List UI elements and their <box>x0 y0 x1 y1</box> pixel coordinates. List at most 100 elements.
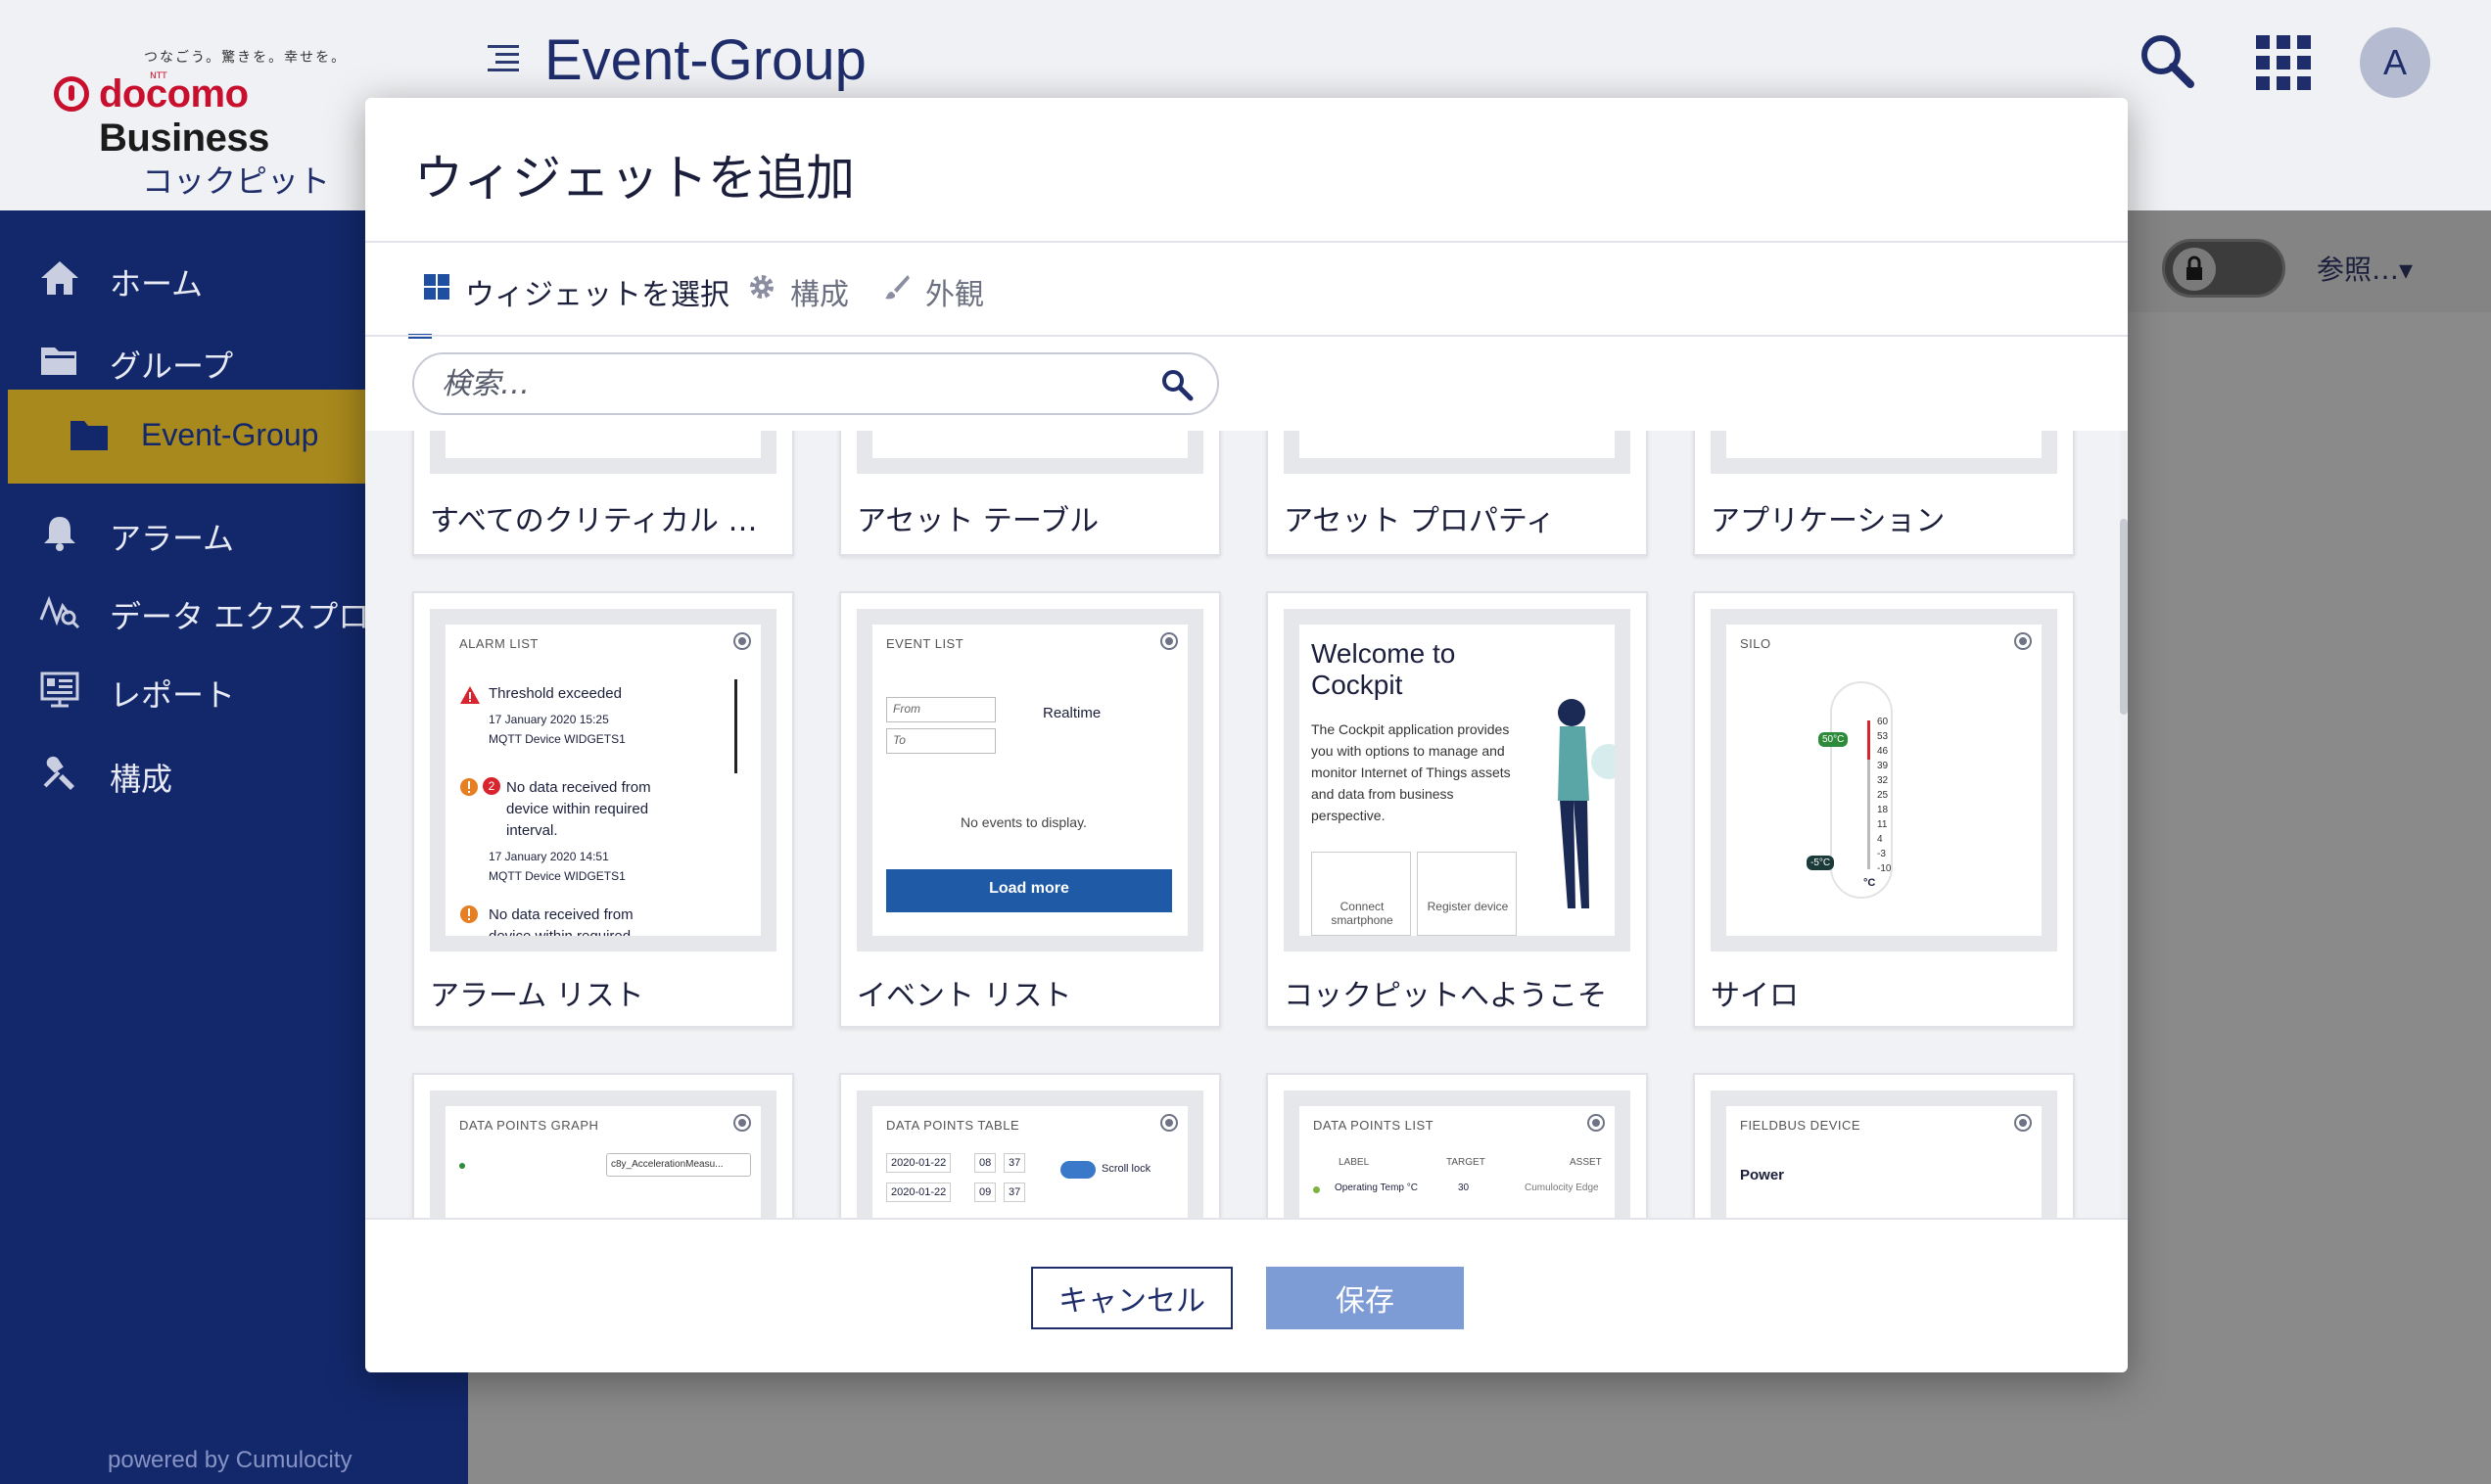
preview-title: DATA POINTS LIST <box>1313 1118 1434 1133</box>
alarm-device: MQTT Device WIDGETS1 <box>489 732 626 746</box>
widget-card-asset-table[interactable]: アセット テーブル <box>839 431 1221 556</box>
scale-tick: 39 <box>1877 761 1889 771</box>
widget-name: コックピットへようこそ <box>1284 979 1607 1013</box>
scrollbar-thumb[interactable] <box>2120 519 2128 715</box>
preview-body: ALARM LIST Threshold exceeded 17 January… <box>446 625 761 936</box>
widget-card-alarm-list[interactable]: ALARM LIST Threshold exceeded 17 January… <box>412 591 794 1028</box>
widget-preview: Welcome to Cockpit The Cockpit applicati… <box>1284 609 1630 951</box>
widget-card-critical-alarms[interactable]: すべてのクリティカル ア… <box>412 431 794 556</box>
list-cell: 30 <box>1458 1183 1470 1193</box>
avatar[interactable]: A <box>2360 27 2430 98</box>
widget-preview: ALARM LIST Threshold exceeded 17 January… <box>430 609 776 951</box>
preview-body: Welcome to Cockpit The Cockpit applicati… <box>1299 625 1615 936</box>
search-icon[interactable] <box>1160 368 1194 401</box>
search-icon[interactable] <box>2138 31 2196 90</box>
widget-preview: EVENT LIST From To Realtime No events to… <box>857 609 1203 951</box>
date-field: 2020-01-22 <box>886 1183 952 1202</box>
app-name: コックピット <box>142 162 331 200</box>
docomo-business-logo[interactable]: つなごう。驚きを。幸せを。 NTT docomo Business <box>54 47 416 160</box>
lock-toggle[interactable] <box>2162 239 2285 298</box>
alarm-text: No data received from device within requ… <box>506 779 651 839</box>
preview-body: DATA POINTS GRAPH c8y_AccelerationMeasu.… <box>446 1106 761 1218</box>
scale-tick: 25 <box>1877 790 1889 801</box>
tile-label: Connect smartphone <box>1331 900 1393 927</box>
add-widget-dialog: ウィジェットを追加 ウィジェットを選択 構成 外観 すべてのクリティカル ア… … <box>365 98 2128 1372</box>
widget-name: サイロ <box>1711 979 1799 1013</box>
widget-card-data-points-list[interactable]: DATA POINTS LIST LABEL TARGET ASSET Oper… <box>1266 1073 1648 1218</box>
cancel-button[interactable]: キャンセル <box>1031 1267 1233 1329</box>
list-cell: Cumulocity Edge <box>1525 1183 1599 1193</box>
sidebar-item-label: グループ <box>110 348 234 385</box>
dialog-footer: キャンセル 保存 <box>365 1218 2128 1372</box>
page-title: Event-Group <box>544 28 867 92</box>
home-icon <box>41 261 78 295</box>
widget-card-fieldbus-device[interactable]: FIELDBUS DEVICE Power <box>1693 1073 2075 1218</box>
widget-grid-scrollbar[interactable] <box>2120 431 2128 1218</box>
widget-card-applications[interactable]: アプリケーション <box>1693 431 2075 556</box>
gear-icon <box>1589 1116 1603 1130</box>
widget-preview: FIELDBUS DEVICE Power <box>1711 1090 2057 1218</box>
folder-open-icon <box>41 348 76 375</box>
widget-card-data-points-table[interactable]: DATA POINTS TABLE 2020-01-22 08 37 2020-… <box>839 1073 1221 1218</box>
alarm-count-badge: 2 <box>483 777 500 795</box>
sidebar-item-label: ホーム <box>110 265 204 302</box>
widget-card-silo[interactable]: SILO 50°C -5°C 60 53 46 39 32 25 18 11 4 <box>1693 591 2075 1028</box>
configuration-icon <box>43 756 74 790</box>
widget-preview: DATA POINTS GRAPH c8y_AccelerationMeasu.… <box>430 1090 776 1218</box>
scale-tick: 46 <box>1877 746 1889 757</box>
sidebar-item-label: アラーム <box>110 520 235 557</box>
powered-by: powered by Cumulocity <box>108 1447 352 1473</box>
preview-body: DATA POINTS TABLE 2020-01-22 08 37 2020-… <box>872 1106 1188 1218</box>
widget-name: アセット プロパティ <box>1284 504 1556 538</box>
reference-dropdown[interactable]: 参照…▾ <box>2317 249 2413 288</box>
minute-field: 37 <box>1004 1153 1026 1173</box>
app-switcher-icon[interactable] <box>2256 35 2311 90</box>
widget-preview: DATA POINTS TABLE 2020-01-22 08 37 2020-… <box>857 1090 1203 1218</box>
warning-icon <box>460 686 480 704</box>
widget-preview: SILO 50°C -5°C 60 53 46 39 32 25 18 11 4 <box>1711 609 2057 951</box>
scale-tick: 53 <box>1877 731 1889 742</box>
column-header: LABEL <box>1339 1157 1370 1168</box>
select-value: c8y_AccelerationMeasu... <box>611 1159 724 1170</box>
preview-title: DATA POINTS TABLE <box>886 1118 1020 1133</box>
widget-card-data-points-graph[interactable]: DATA POINTS GRAPH c8y_AccelerationMeasu.… <box>412 1073 794 1218</box>
logo-mark-icon <box>54 76 89 112</box>
silo-level-high <box>1867 720 1870 760</box>
preview-title: SILO <box>1740 636 1771 651</box>
preview-body <box>1299 431 1615 458</box>
logo-brand-suffix: Business <box>99 116 269 160</box>
alert-circle-icon <box>460 778 478 796</box>
scroll-lock-toggle <box>1060 1161 1096 1179</box>
save-button[interactable]: 保存 <box>1266 1267 1464 1329</box>
widget-preview <box>1284 431 1630 474</box>
dialog-title: ウィジェットを追加 <box>414 150 855 207</box>
scale-tick: -10 <box>1877 863 1892 874</box>
preview-body: FIELDBUS DEVICE Power <box>1726 1106 2042 1218</box>
search-input[interactable] <box>442 364 1127 403</box>
load-more-button: Load more <box>886 869 1172 912</box>
alert-circle-icon <box>460 905 478 923</box>
lock-icon <box>2173 248 2216 291</box>
grid-icon <box>424 274 449 300</box>
widget-search <box>412 352 1219 415</box>
widget-name: アプリケーション <box>1711 504 1946 538</box>
dialog-tabs: ウィジェットを選択 構成 外観 <box>365 243 2128 339</box>
tab-label: ウィジェットを選択 <box>465 278 729 312</box>
welcome-body: The Cockpit application provides you wit… <box>1311 721 1511 823</box>
menu-toggle-icon[interactable] <box>488 45 519 72</box>
load-more-label: Load more <box>989 880 1069 897</box>
widget-card-asset-properties[interactable]: アセット プロパティ <box>1266 431 1648 556</box>
logo-tagline: つなごう。驚きを。幸せを。 <box>144 50 348 66</box>
empty-message: No events to display. <box>961 814 1087 830</box>
preview-body <box>446 431 761 458</box>
tile-label: Register device <box>1427 900 1509 913</box>
sidebar-item-label: Event-Group <box>141 417 319 452</box>
alarm-date: 17 January 2020 15:25 <box>489 713 609 726</box>
preview-body: SILO 50°C -5°C 60 53 46 39 32 25 18 11 4 <box>1726 625 2042 936</box>
divider <box>365 335 2128 337</box>
gear-icon <box>750 275 774 299</box>
widget-card-welcome[interactable]: Welcome to Cockpit The Cockpit applicati… <box>1266 591 1648 1028</box>
silo-scale: 60 53 46 39 32 25 18 11 4 -3 -10 <box>1877 715 1903 876</box>
widget-card-event-list[interactable]: EVENT LIST From To Realtime No events to… <box>839 591 1221 1028</box>
hour-field: 08 <box>974 1153 997 1173</box>
